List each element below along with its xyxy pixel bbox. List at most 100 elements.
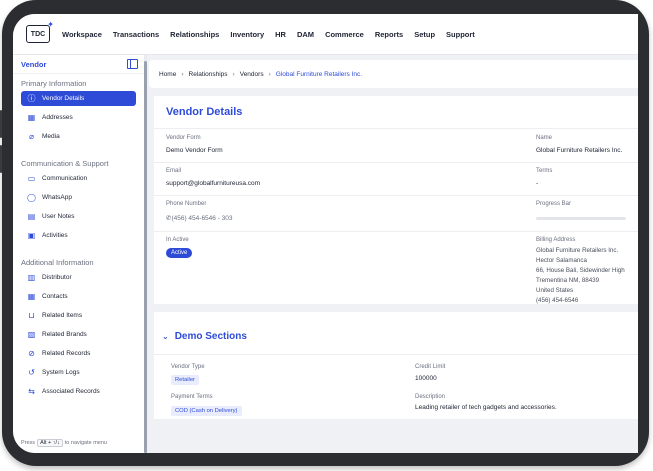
- hint-suffix: to navigate menu: [64, 440, 107, 446]
- phone-number: (456) 454-6546 - 303: [171, 215, 233, 222]
- description-label: Description: [415, 394, 446, 400]
- progress-label: Progress Bar: [536, 201, 572, 207]
- billing-line: Hector Salamanca: [536, 257, 587, 264]
- nav-support[interactable]: Support: [446, 30, 475, 39]
- chat-icon: ▭: [27, 174, 36, 183]
- top-navigation: TDC ✦ Workspace Transactions Relationshi…: [13, 14, 638, 55]
- nav-commerce[interactable]: Commerce: [325, 30, 364, 39]
- divider: [154, 354, 638, 355]
- sidebar-item-communication[interactable]: ▭ Communication: [21, 171, 136, 186]
- billing-line: 66, House Bali, Sidewinder High: [536, 267, 625, 274]
- associated-icon: ⇆: [28, 387, 35, 396]
- sidebar-item-contacts[interactable]: ▦ Contacts: [21, 289, 136, 304]
- info-icon: ⓘ: [27, 94, 36, 103]
- sidebar-item-label: User Notes: [42, 213, 75, 220]
- sidebar-item-label: Contacts: [42, 293, 68, 300]
- vendor-form-value: Demo Vendor Form: [166, 147, 223, 154]
- breadcrumb: Home › Relationships › Vendors › Global …: [149, 60, 638, 88]
- sidebar: Vendor Primary Information ⓘ Vendor Deta…: [13, 55, 145, 453]
- billing-line: Trementina NM, 88439: [536, 277, 600, 284]
- sidebar-item-vendor-details[interactable]: ⓘ Vendor Details: [21, 91, 136, 106]
- sidebar-item-label: Related Items: [42, 312, 83, 319]
- nav-dam[interactable]: DAM: [297, 30, 314, 39]
- tablet-frame: TDC ✦ Workspace Transactions Relationshi…: [0, 0, 649, 466]
- billing-line: (456) 454-6546: [536, 297, 579, 304]
- billing-line: Global Furniture Retailers Inc.: [536, 247, 619, 254]
- note-icon: ▤: [27, 212, 36, 221]
- sidebar-item-user-notes[interactable]: ▤ User Notes: [21, 209, 136, 224]
- sidebar-item-media[interactable]: ⌀ Media: [21, 129, 136, 144]
- field-row: Phone Number ✆(456) 454-6546 - 303 Progr…: [154, 195, 638, 232]
- nav-workspace[interactable]: Workspace: [62, 30, 102, 39]
- email-value[interactable]: support@globalfurnitureusa.com: [166, 180, 260, 187]
- sidebar-item-associated-records[interactable]: ⇆ Associated Records: [21, 384, 136, 399]
- vendor-details-card: Vendor Details Vendor Form Demo Vendor F…: [154, 96, 638, 304]
- name-value: Global Furniture Retailers Inc.: [536, 147, 623, 154]
- payment-terms-tag: COD (Cash on Delivery): [171, 406, 242, 416]
- sidebar-item-whatsapp[interactable]: ◯ WhatsApp: [21, 190, 136, 205]
- sidebar-item-label: Related Brands: [42, 331, 87, 338]
- credit-limit-label: Credit Limit: [415, 364, 446, 370]
- collapse-sidebar-icon[interactable]: [127, 59, 138, 69]
- field-row: In Active Active Billing Address Global …: [154, 231, 638, 304]
- breadcrumb-vendors[interactable]: Vendors: [240, 71, 264, 78]
- sidebar-item-distributor[interactable]: ▥ Distributor: [21, 270, 136, 285]
- phone-value[interactable]: ✆(456) 454-6546 - 303: [166, 214, 233, 222]
- sidebar-item-activities[interactable]: ▣ Activities: [21, 228, 136, 243]
- sidebar-item-label: Activities: [42, 232, 68, 239]
- field-row: Vendor Form Demo Vendor Form Name Global…: [154, 129, 638, 163]
- nav-hr[interactable]: HR: [275, 30, 286, 39]
- sidebar-item-related-items[interactable]: ⊔ Related Items: [21, 308, 136, 323]
- hint-prefix: Press: [21, 440, 36, 446]
- billing-address-label: Billing Address: [536, 237, 576, 243]
- sidebar-item-addresses[interactable]: ▦ Addresses: [21, 110, 136, 125]
- volume-button: [0, 110, 2, 138]
- sidebar-item-label: System Logs: [42, 369, 80, 376]
- brand-icon: ▧: [27, 330, 36, 339]
- nav-transactions[interactable]: Transactions: [113, 30, 159, 39]
- chevron-right-icon: ›: [181, 70, 184, 78]
- hint-key: Alt + ↑/↓: [37, 439, 63, 447]
- description-value: Leading retailer of tech gadgets and acc…: [415, 404, 557, 411]
- vendor-type-tag: Retailer: [171, 375, 199, 385]
- app-logo[interactable]: TDC ✦: [26, 20, 54, 43]
- sidebar-scrollbar[interactable]: [144, 55, 147, 453]
- nav-inventory[interactable]: Inventory: [230, 30, 264, 39]
- logo-spark-icon: ✦: [47, 20, 54, 29]
- breadcrumb-home[interactable]: Home: [159, 71, 176, 78]
- vendor-type-label: Vendor Type: [171, 364, 205, 370]
- name-label: Name: [536, 135, 553, 141]
- chevron-right-icon: ›: [232, 70, 235, 78]
- sidebar-item-label: Communication: [42, 175, 88, 182]
- scrollbar-thumb[interactable]: [144, 61, 147, 453]
- sidebar-item-related-records[interactable]: ⊘ Related Records: [21, 346, 136, 361]
- chevron-right-icon: ›: [268, 70, 271, 78]
- sidebar-header: Vendor: [13, 55, 144, 74]
- sidebar-title: Vendor: [21, 59, 47, 69]
- sidebar-item-label: Vendor Details: [42, 95, 85, 102]
- payment-terms-label: Payment Terms: [171, 394, 213, 400]
- demo-sections-toggle[interactable]: ⌄ Demo Sections: [162, 331, 247, 342]
- demo-sections-title: Demo Sections: [174, 331, 247, 342]
- sidebar-item-related-brands[interactable]: ▧ Related Brands: [21, 327, 136, 342]
- sidebar-item-system-logs[interactable]: ↺ System Logs: [21, 365, 136, 380]
- volume-button: [0, 145, 2, 173]
- inactive-label: In Active: [166, 237, 189, 243]
- history-icon: ↺: [28, 368, 35, 377]
- status-badge: Active: [166, 248, 193, 258]
- breadcrumb-relationships[interactable]: Relationships: [189, 71, 228, 78]
- vendor-form-label: Vendor Form: [166, 135, 201, 141]
- link-icon: ⊘: [28, 349, 35, 358]
- sidebar-footer-hint: Press Alt + ↑/↓ to navigate menu: [13, 433, 143, 453]
- nav-setup[interactable]: Setup: [414, 30, 435, 39]
- logo-text: TDC: [30, 30, 46, 38]
- progress-bar: [536, 217, 626, 220]
- card-title: Vendor Details: [154, 96, 638, 129]
- field-row: Email support@globalfurnitureusa.com Ter…: [154, 162, 638, 196]
- email-label: Email: [166, 168, 182, 174]
- billing-line: United States: [536, 287, 574, 294]
- section-title-additional: Additional Information: [21, 258, 94, 267]
- nav-relationships[interactable]: Relationships: [170, 30, 219, 39]
- nav-reports[interactable]: Reports: [375, 30, 403, 39]
- chevron-down-icon: ⌄: [162, 332, 169, 341]
